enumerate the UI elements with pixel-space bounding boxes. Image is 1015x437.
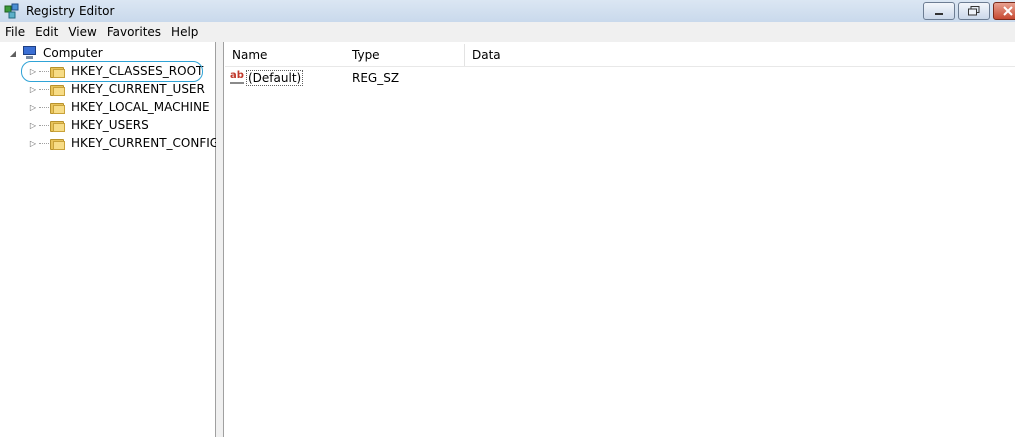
close-button[interactable] (993, 2, 1015, 20)
collapse-arrow-icon[interactable]: ◢ (8, 48, 18, 58)
restore-icon (968, 6, 980, 16)
string-value-icon: ab (230, 70, 244, 85)
tree-item-label: HKEY_CURRENT_USER (71, 82, 205, 96)
tree-item-label: HKEY_LOCAL_MACHINE (71, 100, 210, 114)
tree-item-hkey-local-machine[interactable]: ▷ HKEY_LOCAL_MACHINE (28, 98, 210, 116)
registry-editor-icon (4, 3, 20, 19)
menu-help[interactable]: Help (166, 23, 203, 41)
menu-edit[interactable]: Edit (30, 23, 63, 41)
tree-item-label: HKEY_CURRENT_CONFIG (71, 136, 220, 150)
selection-highlight (21, 61, 203, 82)
tree-item-hkey-current-config[interactable]: ▷ HKEY_CURRENT_CONFIG (28, 134, 219, 152)
expand-arrow-icon[interactable]: ▷ (28, 84, 38, 94)
folder-icon (50, 83, 66, 96)
column-header-data[interactable]: Data (465, 44, 1015, 66)
folder-icon (50, 119, 66, 132)
folder-icon (50, 101, 66, 114)
values-list-pane[interactable]: Name Type Data ab (Default) REG_SZ (225, 42, 1015, 437)
tree-item-label: HKEY_USERS (71, 118, 149, 132)
menu-file[interactable]: File (0, 23, 30, 41)
close-icon (1003, 6, 1013, 16)
minimize-icon (935, 13, 943, 15)
pane-splitter[interactable] (216, 42, 224, 437)
tree-item-hkey-users[interactable]: ▷ HKEY_USERS (28, 116, 149, 134)
column-header-name[interactable]: Name (225, 44, 347, 66)
folder-icon (50, 137, 66, 150)
menu-bar: File Edit View Favorites Help (0, 22, 1015, 42)
expand-arrow-icon[interactable]: ▷ (28, 120, 38, 130)
window-title: Registry Editor (26, 4, 115, 18)
menu-view[interactable]: View (63, 23, 101, 41)
tree-item-hkey-current-user[interactable]: ▷ HKEY_CURRENT_USER (28, 80, 205, 98)
expand-arrow-icon[interactable]: ▷ (28, 102, 38, 112)
value-name: (Default) (246, 70, 304, 86)
menu-favorites[interactable]: Favorites (102, 23, 166, 41)
column-header-type[interactable]: Type (345, 44, 465, 66)
tree-pane[interactable]: ◢ Computer ▷ HKEY_CLASSES_ROOT ▷ HKEY_CU… (0, 42, 219, 437)
tree-item-computer[interactable]: ◢ Computer (8, 44, 103, 62)
tree-item-label: Computer (43, 46, 103, 60)
computer-icon (22, 46, 38, 60)
minimize-button[interactable] (923, 2, 955, 20)
expand-arrow-icon[interactable]: ▷ (28, 138, 38, 148)
value-type: REG_SZ (352, 71, 400, 85)
title-bar: Registry Editor (0, 0, 1015, 22)
restore-button[interactable] (958, 2, 990, 20)
list-item[interactable]: ab (Default) REG_SZ (230, 69, 630, 87)
